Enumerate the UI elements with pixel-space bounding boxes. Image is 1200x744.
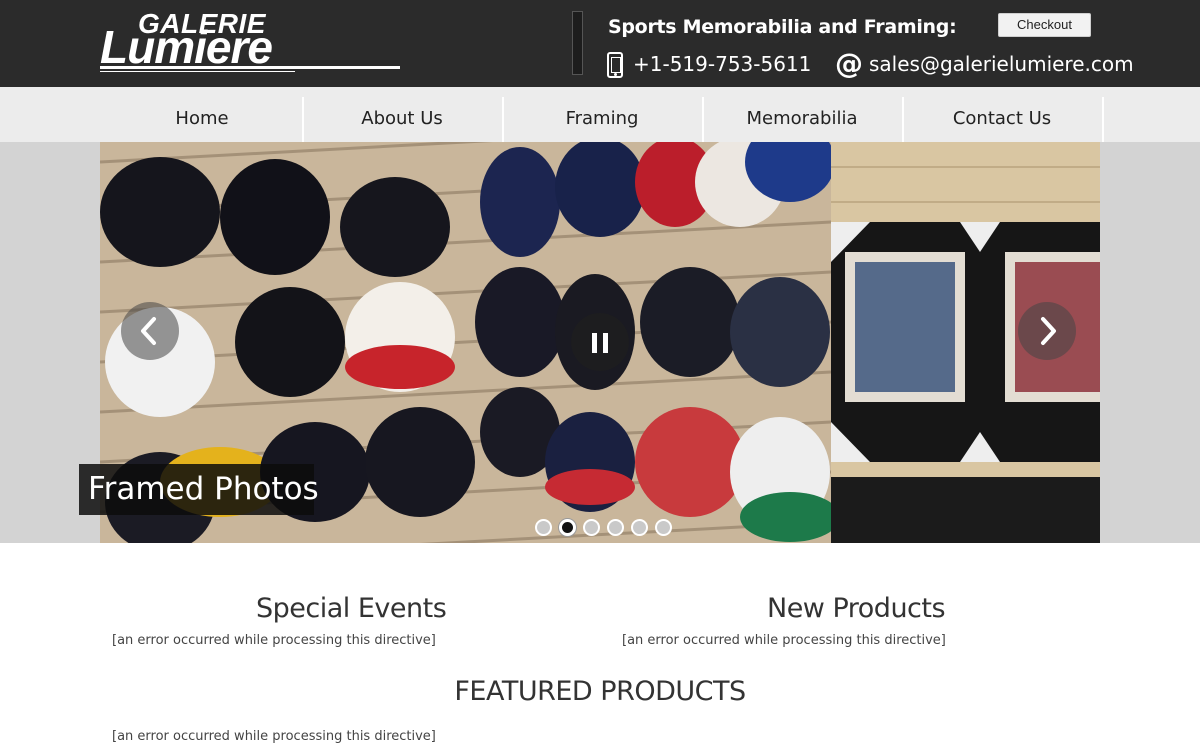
new-products-message: [an error occurred while processing this… <box>622 633 946 648</box>
slider-dot[interactable] <box>535 519 552 536</box>
special-events-message: [an error occurred while processing this… <box>112 633 436 648</box>
phone-icon <box>607 52 623 78</box>
slider-dot[interactable] <box>631 519 648 536</box>
logo-underline <box>100 66 400 69</box>
slider-dot[interactable] <box>607 519 624 536</box>
chevron-left-icon <box>141 317 156 345</box>
slider-pause-button[interactable] <box>571 313 629 371</box>
slider-dot[interactable] <box>655 519 672 536</box>
slider-next-button[interactable] <box>1018 302 1076 360</box>
featured-products-message: [an error occurred while processing this… <box>112 729 436 744</box>
slider-dots <box>535 519 675 537</box>
email-link[interactable]: sales@galerielumiere.com <box>869 52 1134 76</box>
slide-caption: Framed Photos <box>79 464 319 515</box>
chevron-right-icon <box>1041 317 1056 345</box>
phone-number[interactable]: +1-519-753-5611 <box>633 52 811 76</box>
checkout-button[interactable]: Checkout <box>998 13 1091 37</box>
main-nav: Home About Us Framing Memorabilia Contac… <box>0 87 1200 142</box>
slider-dot[interactable] <box>583 519 600 536</box>
header-divider <box>572 11 583 75</box>
special-events-title: Special Events <box>256 593 447 624</box>
nav-item-home[interactable]: Home <box>102 97 302 142</box>
nav-item-contact-us[interactable]: Contact Us <box>902 97 1102 142</box>
new-products-title: New Products <box>767 593 946 624</box>
nav-item-about-us[interactable]: About Us <box>302 97 502 142</box>
at-icon: @ <box>835 47 863 80</box>
site-logo[interactable]: GALERIE Lumiere <box>100 8 400 74</box>
pause-icon <box>603 333 608 353</box>
site-header: GALERIE Lumiere Sports Memorabilia and F… <box>0 0 1200 87</box>
logo-underline-short <box>100 71 295 72</box>
pause-icon <box>592 333 597 353</box>
header-tagline: Sports Memorabilia and Framing: <box>608 16 957 38</box>
nav-separator <box>1102 97 1104 142</box>
slider-prev-button[interactable] <box>121 302 179 360</box>
nav-item-memorabilia[interactable]: Memorabilia <box>702 97 902 142</box>
nav-item-framing[interactable]: Framing <box>502 97 702 142</box>
slider-dot-active[interactable] <box>559 519 576 536</box>
featured-products-title: FEATURED PRODUCTS <box>454 676 746 707</box>
